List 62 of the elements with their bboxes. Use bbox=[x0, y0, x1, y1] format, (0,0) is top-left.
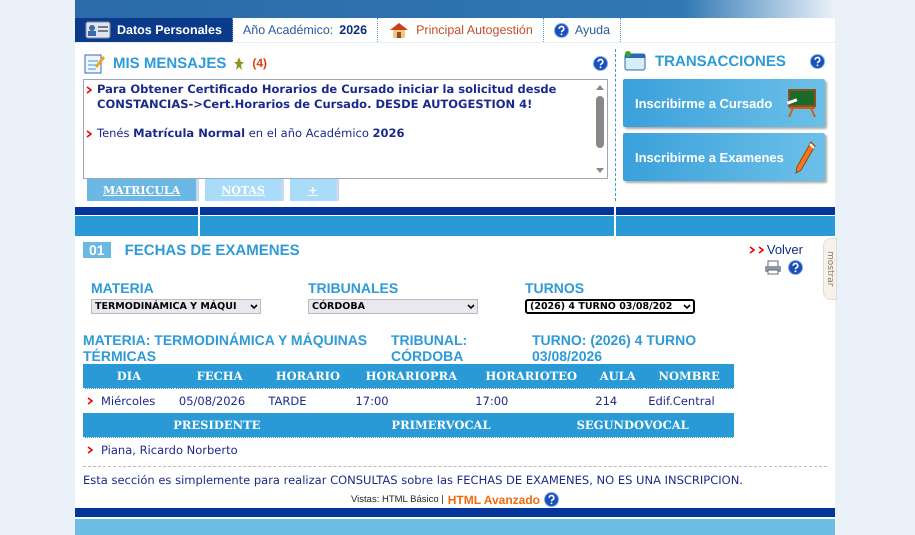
help-icon[interactable] bbox=[554, 22, 569, 38]
chalkboard-icon bbox=[785, 88, 817, 118]
column-header: HORARIOTEO bbox=[471, 364, 592, 388]
notepad-icon bbox=[83, 52, 105, 74]
help-icon[interactable] bbox=[593, 56, 608, 70]
dropdown[interactable]: TERMODINÁMICA Y MÁQUI bbox=[91, 299, 261, 314]
filter-label: TRIBUNALES bbox=[308, 280, 400, 296]
advanced-view-link[interactable]: HTML Avanzado bbox=[448, 492, 540, 506]
table-cell: Edif.Central bbox=[648, 394, 715, 408]
summary-text: TURNO: (2026) 4 TURNO 03/08/2026 bbox=[532, 332, 698, 364]
caret-icon bbox=[250, 304, 258, 310]
message-text: Para Obtener Certificado Horarios de Cursado iniciar la solicitud desde CONSTANCIAS->Cert.Horarios de Cursado. DESDE AUTOGESTION 4! bbox=[97, 82, 558, 112]
printer-icon[interactable] bbox=[764, 260, 782, 275]
caret-icon bbox=[467, 304, 475, 310]
caret-icon bbox=[683, 304, 691, 310]
column-header: DIA bbox=[83, 364, 175, 388]
summary-text: TRIBUNAL: CÓRDOBA bbox=[391, 332, 468, 364]
chevron-icon bbox=[87, 446, 93, 454]
help-icon[interactable] bbox=[544, 492, 559, 507]
chevron-icon bbox=[87, 397, 93, 405]
transaction-button[interactable]: Inscribirme a Examenes bbox=[623, 133, 825, 181]
chevron-icon bbox=[86, 86, 92, 94]
side-tab[interactable]: mostrar bbox=[823, 238, 837, 300]
message-text: Tenés Matrícula Normal en el año Académico 2026 bbox=[97, 126, 405, 141]
section-title: MIS MENSAJES bbox=[113, 54, 226, 72]
table-cell: Piana, Ricardo Norberto bbox=[101, 443, 238, 457]
help-icon[interactable] bbox=[788, 260, 803, 275]
table-cell: Miércoles bbox=[101, 394, 156, 408]
note-text: Esta sección es simplemente para realizar CONSULTAS sobre las FECHAS DE EXAMENES, NO ES UNA INSCRIPCION. bbox=[83, 466, 827, 487]
table-cell: 17:00 bbox=[355, 394, 389, 408]
pencil-icon bbox=[793, 140, 817, 174]
table-cell: TARDE bbox=[268, 394, 306, 408]
table-cell: 17:00 bbox=[475, 394, 508, 408]
star-icon bbox=[234, 56, 244, 70]
nav-tab[interactable]: Datos Personales bbox=[75, 18, 233, 42]
section-title: TRANSACCIONES bbox=[655, 52, 786, 70]
help-icon[interactable] bbox=[810, 54, 825, 68]
table-cell: 05/08/2026 bbox=[178, 394, 246, 408]
column-header: HORARIOPRA bbox=[351, 364, 472, 388]
transaction-button[interactable]: Inscribirme a Cursado bbox=[623, 79, 825, 127]
summary-text: MATERIA: TERMODINÁMICA Y MÁQUINAS TÉRMICAS bbox=[83, 332, 368, 364]
section-title: FECHAS DE EXAMENES bbox=[124, 242, 300, 259]
id-card-icon bbox=[85, 21, 111, 39]
section-number: 01 bbox=[83, 242, 111, 258]
filter-label: MATERIA bbox=[91, 280, 155, 296]
chevron-icon bbox=[86, 130, 92, 138]
column-header: PRIMERVOCAL bbox=[350, 413, 532, 438]
dropdown[interactable]: (2026) 4 TURNO 03/08/202 bbox=[525, 299, 695, 314]
back-link[interactable]: Volver bbox=[748, 242, 803, 257]
message-count: (4) bbox=[252, 56, 268, 70]
column-header: AULA bbox=[591, 364, 644, 388]
column-header: HORARIO bbox=[264, 364, 352, 388]
views-label: Vistas: HTML Básico | bbox=[351, 494, 444, 505]
window-icon bbox=[623, 50, 647, 72]
column-header: SEGUNDOVOCAL bbox=[531, 413, 734, 438]
table-cell: 214 bbox=[595, 394, 618, 408]
house-icon bbox=[388, 21, 410, 39]
column-header: NOMBRE bbox=[644, 364, 734, 388]
column-header: FECHA bbox=[174, 364, 264, 388]
filter-label: TURNOS bbox=[525, 280, 586, 296]
column-header: PRESIDENTE bbox=[83, 413, 351, 438]
dropdown[interactable]: CÓRDOBA bbox=[308, 299, 478, 314]
